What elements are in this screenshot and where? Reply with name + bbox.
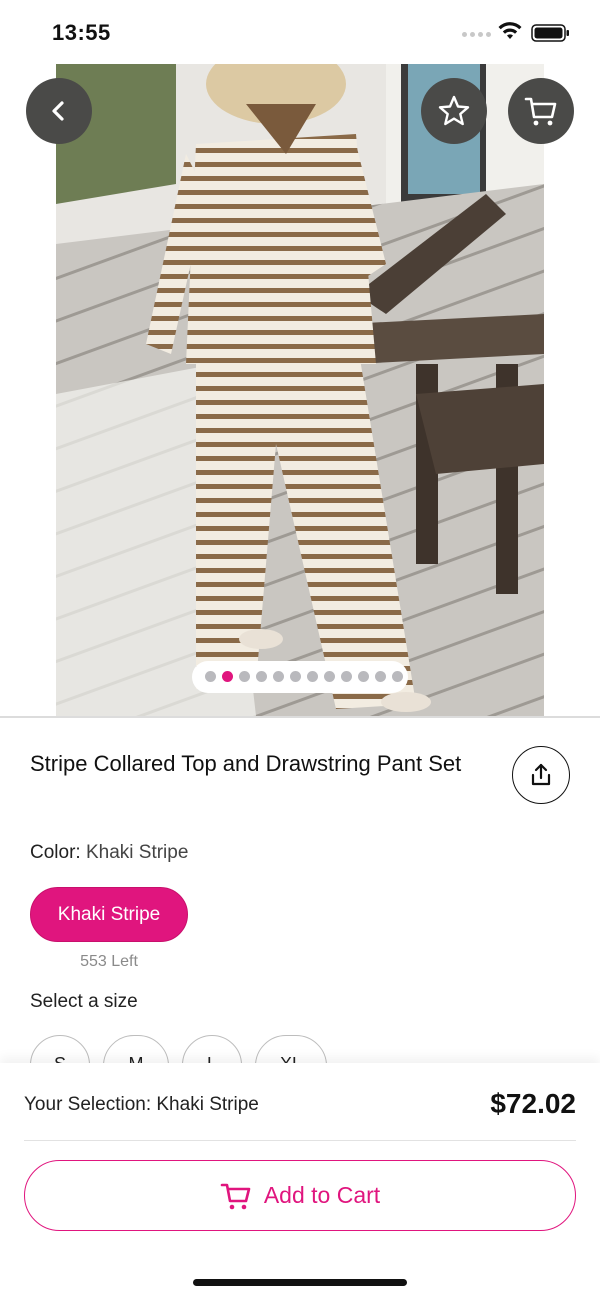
divider bbox=[0, 716, 600, 718]
carousel-dot[interactable] bbox=[324, 671, 335, 682]
carousel-dot[interactable] bbox=[341, 671, 352, 682]
divider bbox=[24, 1140, 576, 1141]
cart-icon bbox=[524, 97, 557, 126]
stock-count: 553 Left bbox=[80, 953, 138, 970]
carousel-dot[interactable] bbox=[239, 671, 250, 682]
product-title: Stripe Collared Top and Drawstring Pant … bbox=[30, 751, 462, 776]
carousel-dot[interactable] bbox=[375, 671, 386, 682]
star-icon bbox=[438, 95, 470, 126]
home-indicator[interactable] bbox=[193, 1279, 407, 1286]
size-label: Select a size bbox=[30, 991, 138, 1012]
carousel-dot[interactable] bbox=[256, 671, 267, 682]
color-label: Color: bbox=[30, 842, 81, 863]
carousel-dot[interactable] bbox=[290, 671, 301, 682]
color-option-khaki-stripe[interactable]: Khaki Stripe bbox=[30, 887, 188, 942]
chevron-left-icon bbox=[52, 101, 64, 121]
favorite-button[interactable] bbox=[421, 78, 487, 144]
color-line: Color: Khaki Stripe bbox=[30, 842, 188, 864]
share-button[interactable] bbox=[512, 746, 570, 804]
battery-icon bbox=[531, 24, 569, 42]
carousel-dot[interactable] bbox=[392, 671, 403, 682]
cart-button[interactable] bbox=[508, 78, 574, 144]
back-button[interactable] bbox=[26, 78, 92, 144]
product-image[interactable] bbox=[56, 64, 544, 716]
carousel-dot[interactable] bbox=[205, 671, 216, 682]
carousel-dots bbox=[205, 671, 403, 682]
carousel-dot[interactable] bbox=[358, 671, 369, 682]
selection-summary: Your Selection: Khaki Stripe bbox=[24, 1094, 259, 1115]
cart-icon bbox=[220, 1183, 251, 1209]
wifi-icon bbox=[498, 22, 522, 39]
status-bar: 13:55 bbox=[0, 0, 600, 64]
share-icon bbox=[531, 763, 551, 786]
carousel-dot[interactable] bbox=[222, 671, 233, 682]
color-value: Khaki Stripe bbox=[85, 842, 189, 863]
carousel-dot[interactable] bbox=[273, 671, 284, 682]
add-to-cart-button[interactable]: Add to Cart bbox=[24, 1160, 576, 1231]
price: $72.02 bbox=[490, 1088, 576, 1119]
add-to-cart-label: Add to Cart bbox=[263, 1182, 381, 1208]
status-time: 13:55 bbox=[52, 20, 111, 45]
signal-icon bbox=[462, 32, 491, 37]
carousel-dot[interactable] bbox=[307, 671, 318, 682]
carousel-indicator[interactable] bbox=[192, 661, 408, 693]
